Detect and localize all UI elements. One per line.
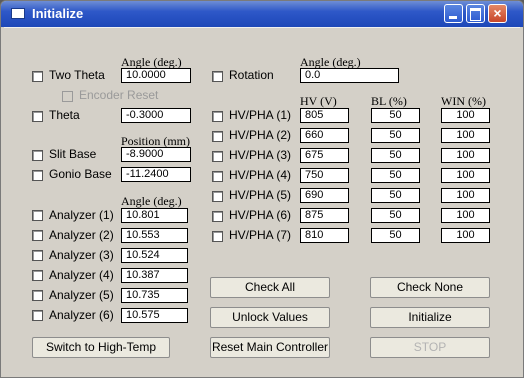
rotation-field[interactable]: 0.0 <box>300 68 399 83</box>
hvpha-6-label: HV/PHA (6) <box>229 208 292 222</box>
analyzer-2-checkbox[interactable] <box>32 230 43 241</box>
hvpha-6-checkbox[interactable] <box>212 211 223 222</box>
analyzer-2-label: Analyzer (2) <box>49 228 114 242</box>
hvpha-1-hv-field[interactable]: 805 <box>300 108 349 123</box>
hvpha-5-label: HV/PHA (5) <box>229 188 292 202</box>
hvpha-1-checkbox[interactable] <box>212 111 223 122</box>
analyzer-4-checkbox[interactable] <box>32 270 43 281</box>
angle-header-2: Angle (deg.) <box>121 194 182 208</box>
analyzer-5-label: Analyzer (5) <box>49 288 114 302</box>
hvpha-2-win-field[interactable]: 100 <box>441 128 490 143</box>
switch-high-temp-button[interactable]: Switch to High-Temp <box>32 337 170 358</box>
close-button[interactable]: × <box>488 4 507 23</box>
minimize-button[interactable] <box>444 4 463 23</box>
hvpha-7-label: HV/PHA (7) <box>229 228 292 242</box>
reset-main-controller-button[interactable]: Reset Main Controller <box>210 337 330 358</box>
initialize-button[interactable]: Initialize <box>370 307 490 328</box>
hvpha-1-label: HV/PHA (1) <box>229 108 292 122</box>
window-title: Initialize <box>32 6 84 21</box>
check-none-button[interactable]: Check None <box>370 277 490 298</box>
analyzer-1-checkbox[interactable] <box>32 210 43 221</box>
slit-base-label: Slit Base <box>49 147 97 161</box>
two-theta-field[interactable]: 10.0000 <box>121 68 191 83</box>
col-header-win: WIN (%) <box>441 94 486 108</box>
stop-button[interactable]: STOP <box>370 337 490 358</box>
hvpha-3-checkbox[interactable] <box>212 151 223 162</box>
hvpha-3-label: HV/PHA (3) <box>229 148 292 162</box>
hvpha-2-label: HV/PHA (2) <box>229 128 292 142</box>
analyzer-3-field[interactable]: 10.524 <box>121 248 188 263</box>
analyzer-2-field[interactable]: 10.553 <box>121 228 188 243</box>
hvpha-1-bl-field[interactable]: 50 <box>371 108 420 123</box>
hvpha-7-hv-field[interactable]: 810 <box>300 228 349 243</box>
hvpha-3-hv-field[interactable]: 675 <box>300 148 349 163</box>
window-icon <box>11 8 25 19</box>
maximize-button[interactable] <box>466 4 485 23</box>
col-header-bl: BL (%) <box>371 94 407 108</box>
encoder-reset-checkbox[interactable] <box>62 91 73 102</box>
hvpha-4-checkbox[interactable] <box>212 171 223 182</box>
encoder-reset-label: Encoder Reset <box>79 88 159 102</box>
analyzer-1-label: Analyzer (1) <box>49 208 114 222</box>
hvpha-5-hv-field[interactable]: 690 <box>300 188 349 203</box>
hvpha-6-win-field[interactable]: 100 <box>441 208 490 223</box>
analyzer-1-field[interactable]: 10.801 <box>121 208 188 223</box>
hvpha-3-win-field[interactable]: 100 <box>441 148 490 163</box>
gonio-base-checkbox[interactable] <box>32 170 43 181</box>
analyzer-6-label: Analyzer (6) <box>49 308 114 322</box>
analyzer-5-checkbox[interactable] <box>32 290 43 301</box>
initialize-window: Initialize × Angle (deg.) Two Theta 10.0… <box>0 0 524 378</box>
hvpha-4-hv-field[interactable]: 750 <box>300 168 349 183</box>
hvpha-4-label: HV/PHA (4) <box>229 168 292 182</box>
client-area: Angle (deg.) Two Theta 10.0000 Encoder R… <box>4 27 520 376</box>
rotation-label: Rotation <box>229 68 274 82</box>
check-all-button[interactable]: Check All <box>210 277 330 298</box>
analyzer-6-checkbox[interactable] <box>32 310 43 321</box>
analyzer-3-checkbox[interactable] <box>32 250 43 261</box>
unlock-values-button[interactable]: Unlock Values <box>210 307 330 328</box>
theta-checkbox[interactable] <box>32 111 43 122</box>
hvpha-6-bl-field[interactable]: 50 <box>371 208 420 223</box>
hvpha-5-win-field[interactable]: 100 <box>441 188 490 203</box>
analyzer-3-label: Analyzer (3) <box>49 248 114 262</box>
hvpha-2-bl-field[interactable]: 50 <box>371 128 420 143</box>
analyzer-6-field[interactable]: 10.575 <box>121 308 188 323</box>
hvpha-7-bl-field[interactable]: 50 <box>371 228 420 243</box>
hvpha-1-win-field[interactable]: 100 <box>441 108 490 123</box>
slit-base-checkbox[interactable] <box>32 150 43 161</box>
gonio-base-field[interactable]: -11.2400 <box>121 167 191 182</box>
hvpha-4-win-field[interactable]: 100 <box>441 168 490 183</box>
hvpha-2-checkbox[interactable] <box>212 131 223 142</box>
hvpha-6-hv-field[interactable]: 875 <box>300 208 349 223</box>
hvpha-5-bl-field[interactable]: 50 <box>371 188 420 203</box>
hvpha-3-bl-field[interactable]: 50 <box>371 148 420 163</box>
analyzer-4-label: Analyzer (4) <box>49 268 114 282</box>
title-bar[interactable]: Initialize × <box>1 1 523 27</box>
hvpha-2-hv-field[interactable]: 660 <box>300 128 349 143</box>
theta-field[interactable]: -0.3000 <box>121 108 191 123</box>
analyzer-4-field[interactable]: 10.387 <box>121 268 188 283</box>
two-theta-label: Two Theta <box>49 68 105 82</box>
theta-label: Theta <box>49 108 80 122</box>
hvpha-7-win-field[interactable]: 100 <box>441 228 490 243</box>
gonio-base-label: Gonio Base <box>49 167 112 181</box>
hvpha-5-checkbox[interactable] <box>212 191 223 202</box>
col-header-hv: HV (V) <box>300 94 337 108</box>
slit-base-field[interactable]: -8.9000 <box>121 147 191 162</box>
hvpha-4-bl-field[interactable]: 50 <box>371 168 420 183</box>
hvpha-7-checkbox[interactable] <box>212 231 223 242</box>
two-theta-checkbox[interactable] <box>32 71 43 82</box>
rotation-checkbox[interactable] <box>212 71 223 82</box>
analyzer-5-field[interactable]: 10.735 <box>121 288 188 303</box>
